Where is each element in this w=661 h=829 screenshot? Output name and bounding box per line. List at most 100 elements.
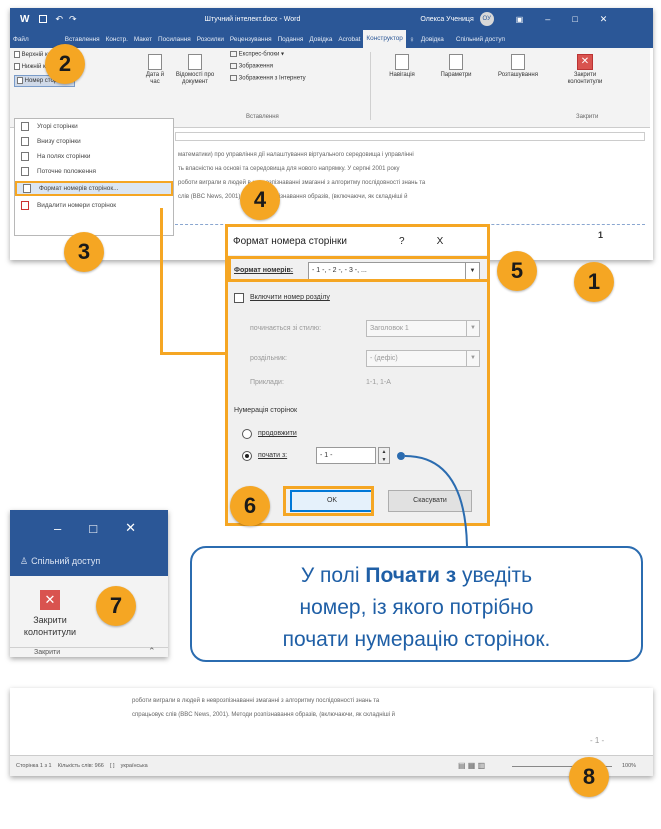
continue-label: продовжити [258, 430, 297, 437]
tab-design[interactable]: Констр. [103, 36, 131, 43]
help-icon[interactable]: ? [399, 236, 405, 247]
word-icon: W [20, 13, 30, 25]
person-icon: ♙ [20, 555, 29, 566]
tab-header-footer-design[interactable]: Конструктор [363, 30, 406, 48]
separator-select[interactable]: - (дефіс) ▼ [366, 350, 480, 367]
insert-group-label: Вставлення [246, 114, 279, 120]
collapse-ribbon-icon[interactable]: ⌃ [148, 646, 156, 657]
online-pictures-button[interactable]: Зображення з Інтернету [230, 75, 306, 83]
close-icon[interactable]: ✕ [125, 520, 136, 536]
options-icon [449, 54, 463, 70]
tab-help[interactable]: Довідка [306, 36, 335, 43]
date-time-button[interactable]: Дата й час [142, 54, 168, 86]
menu-item-current-position[interactable]: Поточне положення [15, 164, 173, 179]
share-row[interactable]: ♙ Спільний доступ [10, 546, 168, 576]
close-panel-titlebar: – □ ✕ [10, 510, 168, 546]
step-badge-5: 5 [497, 251, 537, 291]
doc-line: ть власністю на основі та середовища для… [178, 166, 400, 172]
page-top-icon [21, 122, 29, 131]
footer-icon [14, 63, 20, 70]
view-buttons[interactable]: ▤ ▦ ▥ [458, 761, 485, 770]
page-margins-icon [21, 152, 29, 161]
example-value: 1-1, 1-A [366, 379, 391, 386]
page-numbering-label: Нумерація сторінок [234, 407, 298, 414]
close-header-footer-button[interactable]: ✕ Закрити колонтитули [562, 54, 608, 86]
continue-radio[interactable] [242, 429, 252, 439]
maximize-icon[interactable]: □ [89, 521, 97, 536]
bottom-doc-line: спрацьовує слів (BBC News, 2001). Методи… [132, 712, 396, 718]
save-icon[interactable] [39, 15, 48, 23]
start-at-spinner[interactable]: ▲ ▼ [378, 447, 390, 464]
redo-icon[interactable]: ↷ [69, 14, 77, 25]
chapter-style-value: Заголовок 1 [370, 325, 409, 332]
maximize-icon[interactable]: □ [572, 14, 577, 24]
navigation-button[interactable]: Навігація [382, 54, 422, 79]
callout-bold: Почати з [365, 564, 457, 587]
calendar-icon [148, 54, 162, 70]
document-info-button[interactable]: Відомості про документ [174, 54, 216, 86]
step-badge-6: 6 [230, 486, 270, 526]
quick-parts-button[interactable]: Експрес-блоки ▾ [230, 51, 284, 59]
dialog-title: Формат номера сторінки [233, 235, 348, 247]
callout-line-3: почати нумерацію сторінок. [282, 628, 551, 651]
tab-help-search[interactable]: Довідка [418, 36, 447, 43]
chapter-style-select[interactable]: Заголовок 1 ▼ [366, 320, 480, 337]
tab-share[interactable]: Спільний доступ [453, 36, 508, 43]
lightbulb-icon[interactable]: ♀ [406, 35, 418, 44]
separator-value: - (дефіс) [370, 355, 398, 362]
document-info-icon [188, 54, 202, 70]
step-badge-4: 4 [240, 180, 280, 220]
include-chapter-label: Включити номер розділу [250, 294, 330, 301]
connector-line [160, 352, 228, 355]
status-bar: Сторінка 1 з 1 Кількість слів: 966 [ ] у… [10, 755, 653, 776]
minimize-icon[interactable]: – [545, 14, 550, 24]
tab-file[interactable]: Файл [10, 36, 32, 43]
tab-references[interactable]: Посилання [155, 36, 194, 43]
page-number-mark: 1 [598, 230, 604, 240]
avatar[interactable]: ОУ [479, 12, 494, 26]
minimize-icon[interactable]: – [54, 521, 61, 536]
menu-item-bottom-of-page[interactable]: Внизу сторінки [15, 134, 173, 149]
tab-layout[interactable]: Макет [131, 36, 155, 43]
step-badge-2: 2 [45, 44, 85, 84]
pictures-button[interactable]: Зображення [230, 63, 273, 71]
close-icon[interactable]: ✕ [600, 14, 608, 25]
close-header-footer-large-button[interactable]: ✕ Закрити колонтитули [20, 590, 80, 638]
ruler [175, 132, 645, 141]
start-at-value: - 1 - [320, 452, 333, 459]
quick-parts-icon [230, 51, 237, 57]
step-badge-8: 8 [569, 757, 609, 797]
zoom-value[interactable]: 100% [622, 763, 636, 769]
tab-review[interactable]: Рецензування [227, 36, 275, 43]
ribbon-separator [370, 52, 371, 120]
tab-insert[interactable]: Вставлення [62, 36, 103, 43]
doc-line: слів (BBC News, 2001). Методи розпізнава… [178, 194, 408, 200]
online-pictures-icon [230, 75, 237, 81]
undo-icon[interactable]: ↶ [55, 14, 63, 25]
menu-item-top-of-page[interactable]: Угорі сторінки [15, 119, 173, 134]
connector-line [160, 208, 163, 354]
tab-acrobat[interactable]: Acrobat [335, 36, 363, 43]
callout-line-2: номер, із якого потрібно [299, 596, 534, 619]
close-red-icon: ✕ [40, 590, 60, 610]
remove-numbers-icon [21, 201, 29, 210]
example-label: Приклади: [250, 379, 284, 386]
tab-view[interactable]: Подання [275, 36, 307, 43]
callout-connector [397, 452, 468, 547]
menu-item-remove-page-numbers[interactable]: Видалити номери сторінок [15, 198, 173, 213]
close-panel-separator [10, 647, 168, 648]
start-at-input[interactable]: - 1 - [316, 447, 376, 464]
close-group-label: Закрити [576, 114, 599, 120]
status-text: Сторінка 1 з 1 Кількість слів: 966 [ ] у… [16, 763, 148, 769]
options-button[interactable]: Параметри [436, 54, 476, 79]
menu-item-format-page-numbers[interactable]: Формат номерів сторінок... [15, 181, 173, 196]
doc-line: математики) про управління дії налаштува… [178, 152, 414, 158]
dialog-close-icon[interactable]: X [437, 236, 444, 247]
close-red-icon: ✕ [577, 54, 593, 70]
include-chapter-checkbox[interactable] [234, 293, 244, 303]
position-button[interactable]: Розташування [494, 54, 542, 79]
start-at-radio[interactable] [242, 451, 252, 461]
tab-mailings[interactable]: Розсилки [194, 36, 227, 43]
menu-item-page-margins[interactable]: На полях сторінки [15, 149, 173, 164]
ribbon-display-icon[interactable]: ▣ [516, 15, 524, 24]
